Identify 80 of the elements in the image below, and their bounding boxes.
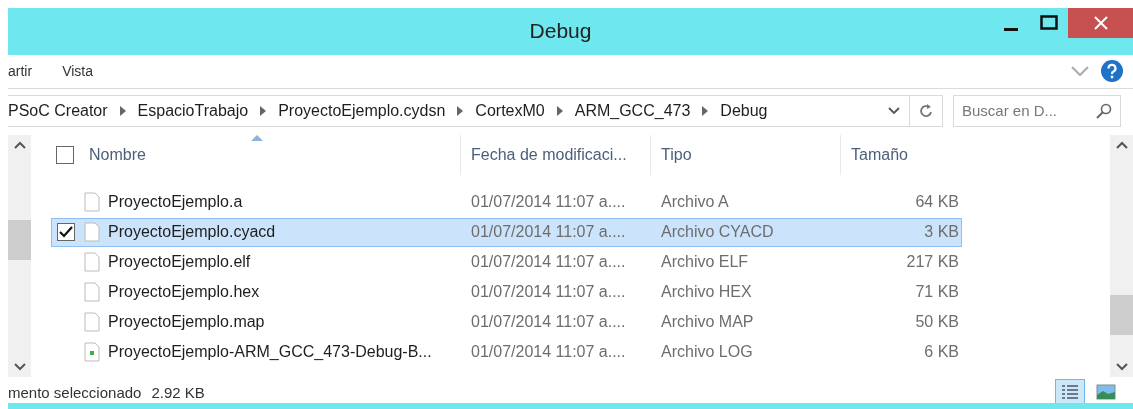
scroll-down-icon[interactable]	[13, 363, 26, 371]
landscape-thumbnail-icon	[1096, 384, 1116, 400]
scrollbar-thumb[interactable]	[1110, 294, 1133, 335]
file-icon	[84, 282, 100, 303]
file-size: 3 KB	[923, 223, 960, 242]
scrollbar[interactable]	[1110, 134, 1133, 377]
file-date: 01/07/2014 11:07 a....	[470, 223, 627, 242]
file-icon	[84, 252, 100, 273]
file-row[interactable]: ProyectoEjemplo.elf 01/07/2014 11:07 a.... Archivo ELF 217 KB	[51, 247, 962, 277]
file-date: 01/07/2014 11:07 a....	[470, 193, 627, 212]
file-row[interactable]: ProyectoEjemplo.a 01/07/2014 11:07 a.... Archivo A 64 KB	[51, 187, 962, 217]
file-size: 71 KB	[914, 283, 960, 302]
selection-size: 2.92 KB	[151, 383, 205, 401]
file-row[interactable]: ProyectoEjemplo.map 01/07/2014 11:07 a.... Archivo MAP 50 KB	[51, 307, 962, 337]
file-type: Archivo MAP	[660, 313, 755, 332]
refresh-icon[interactable]	[918, 102, 934, 119]
details-list-icon	[1061, 384, 1079, 400]
file-type: Archivo HEX	[660, 283, 753, 302]
file-size: 50 KB	[914, 313, 960, 332]
scrollbar[interactable]	[8, 134, 31, 377]
file-date: 01/07/2014 11:07 a....	[470, 313, 627, 332]
file-row[interactable]: ProyectoEjemplo-ARM_GCC_473-Debug-B... 01/07/2014 11:07 a.... Archivo LOG 6 KB	[51, 337, 962, 367]
file-icon	[84, 222, 100, 243]
column-header[interactable]: Nombre	[79, 134, 460, 175]
scroll-up-icon[interactable]	[1115, 140, 1128, 149]
file-size: 6 KB	[923, 343, 960, 362]
breadcrumb[interactable]: Debug	[720, 101, 768, 120]
breadcrumb[interactable]: CortexM0	[475, 101, 545, 120]
search-icon[interactable]	[1096, 102, 1112, 119]
details-view-button[interactable]	[1055, 379, 1085, 405]
scroll-up-icon[interactable]	[13, 140, 26, 149]
file-date: 01/07/2014 11:07 a....	[470, 283, 627, 302]
file-icon	[84, 312, 100, 333]
address-bar[interactable]: PSoC Creator EspacioTrabajo ProyectoEjemplo.cydsn CortexM0 ARM_GCC_473 Debug	[8, 94, 943, 127]
file-row[interactable]: ProyectoEjemplo.cyacd 01/07/2014 11:07 a.... Archivo CYACD 3 KB	[51, 217, 962, 247]
file-date: 01/07/2014 11:07 a....	[470, 343, 627, 362]
file-type: Archivo CYACD	[660, 223, 775, 242]
dropdown-icon[interactable]	[888, 106, 900, 115]
ribbon-tab[interactable]: Vista	[62, 63, 93, 80]
help-icon[interactable]	[1101, 60, 1123, 83]
file-name: ProyectoEjemplo.map	[108, 313, 265, 332]
breadcrumb[interactable]: EspacioTrabajo	[137, 101, 249, 120]
file-name: ProyectoEjemplo.elf	[108, 253, 251, 272]
chevron-right-icon[interactable]	[457, 105, 464, 116]
maximize-icon	[1040, 15, 1058, 31]
chevron-right-icon[interactable]	[702, 105, 709, 116]
close-button[interactable]	[1068, 8, 1133, 38]
file-name: ProyectoEjemplo.hex	[108, 283, 260, 302]
chevron-right-icon[interactable]	[556, 105, 563, 116]
file-type: Archivo LOG	[660, 343, 754, 362]
checkbox[interactable]	[57, 223, 75, 242]
status-text: mento seleccionado	[8, 383, 142, 401]
close-icon	[1093, 16, 1108, 30]
column-header[interactable]: Tamaño	[840, 134, 967, 175]
sort-up-icon	[251, 134, 263, 141]
file-row[interactable]: ProyectoEjemplo.hex 01/07/2014 11:07 a.... Archivo HEX 71 KB	[51, 277, 962, 307]
checkbox[interactable]	[56, 145, 74, 164]
log-file-icon	[84, 342, 100, 363]
file-icon	[84, 192, 100, 213]
chevron-right-icon[interactable]	[119, 105, 126, 116]
file-type: Archivo ELF	[660, 253, 750, 272]
breadcrumb[interactable]: PSoC Creator	[8, 101, 108, 120]
file-name: ProyectoEjemplo-ARM_GCC_473-Debug-B...	[108, 343, 432, 362]
file-size: 64 KB	[914, 193, 960, 212]
minimize-icon	[1004, 27, 1018, 31]
file-size: 217 KB	[905, 253, 960, 272]
file-name: ProyectoEjemplo.a	[108, 193, 243, 212]
window-title: Debug	[529, 19, 592, 44]
breadcrumb[interactable]: ARM_GCC_473	[574, 101, 691, 120]
column-header[interactable]: Tipo	[650, 134, 840, 175]
ribbon-tab[interactable]: artir	[8, 63, 33, 80]
chevron-right-icon[interactable]	[260, 105, 267, 116]
breadcrumb[interactable]: ProyectoEjemplo.cydsn	[278, 101, 446, 120]
file-name: ProyectoEjemplo.cyacd	[108, 223, 276, 242]
file-date: 01/07/2014 11:07 a....	[470, 253, 627, 272]
column-header[interactable]: Fecha de modificaci...	[460, 134, 650, 175]
search-field[interactable]: Buscar en D...	[953, 94, 1121, 127]
file-type: Archivo A	[660, 193, 730, 212]
scroll-down-icon[interactable]	[1115, 363, 1128, 371]
scrollbar-thumb[interactable]	[8, 219, 31, 260]
